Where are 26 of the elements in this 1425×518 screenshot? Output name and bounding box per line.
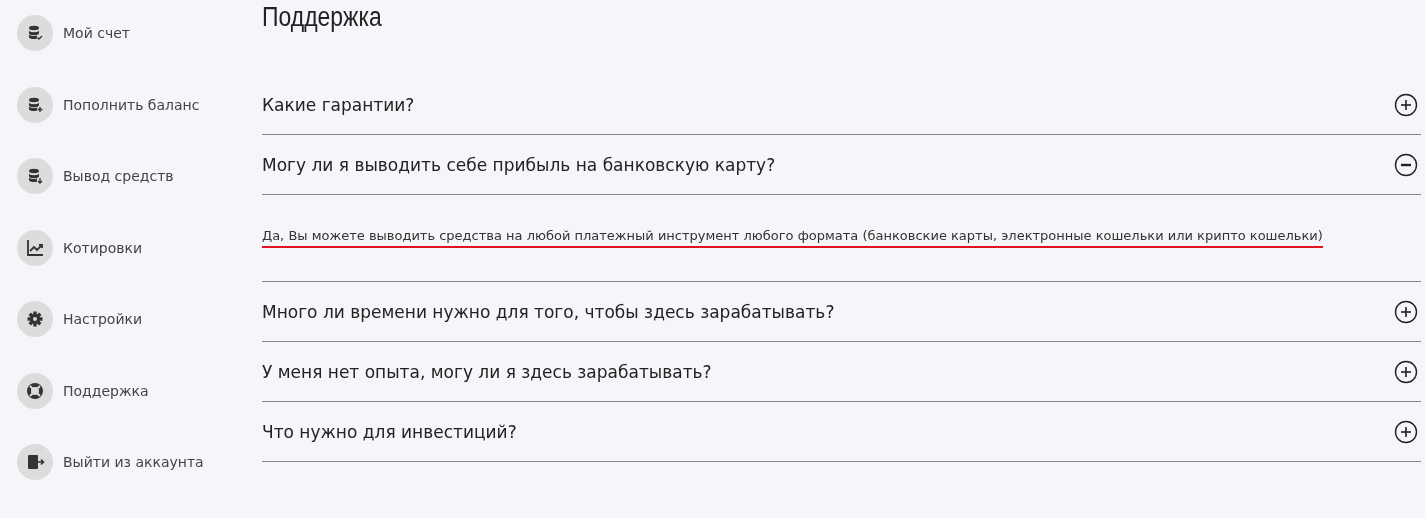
faq-question[interactable]: Какие гарантии? [262,94,415,115]
expand-icon[interactable] [1394,359,1418,384]
coins-check-icon[interactable] [17,15,53,51]
gear-icon[interactable] [17,301,53,337]
faq-question[interactable]: Что нужно для инвестиций? [262,421,517,442]
chart-icon[interactable] [17,229,53,266]
menu-item[interactable]: Котировки [63,239,143,256]
faq-question[interactable]: Много ли времени нужно для того, чтобы здесь зарабатывать? [262,301,835,322]
page-title: Поддержка [262,2,383,34]
expand-icon[interactable] [1394,419,1418,444]
faq-question[interactable]: У меня нет опыта, могу ли я здесь зарабатывать? [262,361,712,382]
logout-icon[interactable] [17,444,53,480]
menu-item[interactable]: Мой счет [63,25,130,41]
collapse-icon[interactable] [1394,152,1418,177]
faq-answer: Да, Вы можете выводить средства на любой платежный инструмент любого формата (банковские карты, электронные кошельки или крипто кошельки) [262,228,1323,248]
expand-icon[interactable] [1394,299,1418,324]
expand-icon[interactable] [1394,92,1418,117]
menu-item[interactable]: Настройки [63,311,143,327]
menu-item[interactable]: Вывод средств [63,168,174,184]
coins-plus-icon[interactable] [17,86,53,123]
lifebuoy-icon[interactable] [17,372,53,409]
menu-item[interactable]: Пополнить баланс [63,96,200,113]
menu-item[interactable]: Поддержка [63,382,149,399]
menu-item[interactable]: Выйти из аккаунта [63,454,204,470]
faq-question[interactable]: Могу ли я выводить себе прибыль на банковскую карту? [262,154,776,175]
coins-down-icon[interactable] [17,158,53,194]
